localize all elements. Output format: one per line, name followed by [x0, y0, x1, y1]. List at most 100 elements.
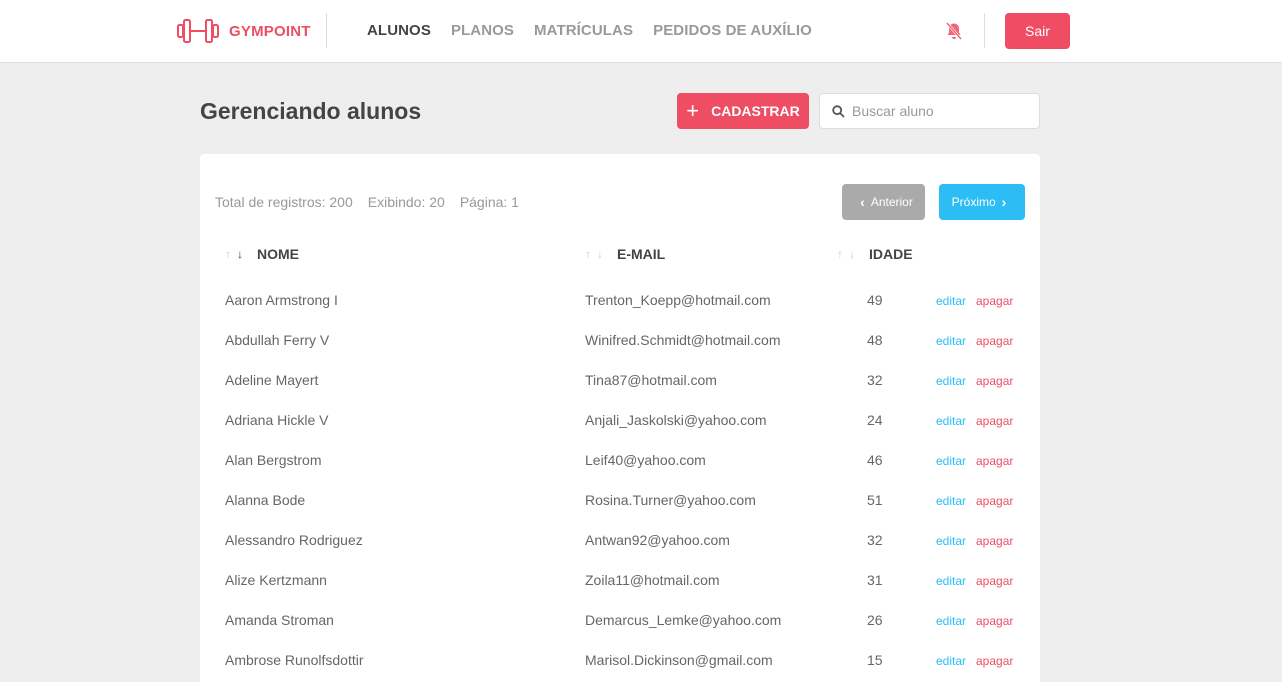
student-age: 31	[867, 572, 883, 588]
search-icon	[832, 104, 845, 118]
bell-off-icon[interactable]	[944, 21, 964, 41]
delete-button[interactable]: apagar	[976, 334, 1013, 348]
student-name: Alan Bergstrom	[225, 452, 322, 468]
arrow-down-icon[interactable]: ↓	[849, 247, 855, 261]
delete-button[interactable]: apagar	[976, 534, 1013, 548]
table-row: Alan Bergstrom Leif40@yahoo.com 46 editar ap…	[200, 440, 1040, 480]
table-row: Alanna Bode Rosina.Turner@yahoo.com 51 edit…	[200, 480, 1040, 520]
page-number: Página: 1	[459, 194, 519, 210]
delete-button[interactable]: apagar	[976, 454, 1013, 468]
delete-button[interactable]: apagar	[976, 374, 1013, 388]
table-row: Alessandro Rodriguez Antwan92@yahoo.com 32…	[200, 520, 1040, 560]
chevron-right-icon: ›	[1001, 194, 1007, 210]
student-email: Leif40@yahoo.com	[585, 452, 706, 468]
column-header-label: NOME	[257, 246, 299, 262]
next-page-label: Próximo	[951, 195, 996, 209]
edit-button[interactable]: editar	[936, 494, 966, 508]
student-email: Marisol.Dickinson@gmail.com	[585, 652, 773, 668]
arrow-down-icon[interactable]: ↓	[237, 247, 243, 261]
student-name: Ambrose Runolfsdottir	[225, 652, 364, 668]
student-age: 15	[867, 652, 883, 668]
student-name: Amanda Stroman	[225, 612, 334, 628]
nav-item-planos[interactable]: PLANOS	[451, 22, 514, 39]
student-email: Antwan92@yahoo.com	[585, 532, 730, 548]
edit-button[interactable]: editar	[936, 614, 966, 628]
delete-button[interactable]: apagar	[976, 614, 1013, 628]
sort-controls-name: ↑ ↓	[225, 247, 249, 261]
student-age: 49	[867, 292, 883, 308]
add-student-label: CADASTRAR	[711, 103, 800, 119]
arrow-up-icon[interactable]: ↑	[837, 247, 843, 261]
edit-button[interactable]: editar	[936, 414, 966, 428]
student-name: Alessandro Rodriguez	[225, 532, 363, 548]
nav-item-matriculas[interactable]: MATRÍCULAS	[534, 22, 633, 39]
sort-controls-age: ↑ ↓	[837, 247, 861, 261]
edit-button[interactable]: editar	[936, 294, 966, 308]
student-age: 26	[867, 612, 883, 628]
column-header-label: IDADE	[869, 246, 913, 262]
student-email: Rosina.Turner@yahoo.com	[585, 492, 756, 508]
delete-button[interactable]: apagar	[976, 294, 1013, 308]
delete-button[interactable]: apagar	[976, 574, 1013, 588]
chevron-left-icon: ‹	[860, 194, 865, 210]
student-email: Trenton_Koepp@hotmail.com	[585, 292, 771, 308]
student-email: Anjali_Jaskolski@yahoo.com	[585, 412, 767, 428]
student-email: Demarcus_Lemke@yahoo.com	[585, 612, 782, 628]
previous-page-button[interactable]: ‹ Anterior	[842, 184, 925, 220]
edit-button[interactable]: editar	[936, 334, 966, 348]
add-student-button[interactable]: + CADASTRAR	[677, 93, 809, 129]
showing-count: Exibindo: 20	[367, 194, 445, 210]
student-email: Tina87@hotmail.com	[585, 372, 717, 388]
student-age: 48	[867, 332, 883, 348]
sort-controls-email: ↑ ↓	[585, 247, 609, 261]
edit-button[interactable]: editar	[936, 534, 966, 548]
student-age: 32	[867, 372, 883, 388]
nav-item-alunos[interactable]: ALUNOS	[367, 22, 431, 39]
edit-button[interactable]: editar	[936, 654, 966, 668]
student-age: 51	[867, 492, 883, 508]
edit-button[interactable]: editar	[936, 454, 966, 468]
column-header-label: E-MAIL	[617, 246, 666, 262]
student-name: Adeline Mayert	[225, 372, 319, 388]
table-row: Ambrose Runolfsdottir Marisol.Dickinson@g…	[200, 640, 1040, 680]
search-input[interactable]	[852, 103, 1032, 119]
top-header: GYMPOINT ALUNOS PLANOS MATRÍCULAS PEDIDO…	[0, 0, 1282, 63]
delete-button[interactable]: apagar	[976, 494, 1013, 508]
arrow-up-icon[interactable]: ↑	[225, 247, 231, 261]
student-name: Alize Kertzmann	[225, 572, 327, 588]
main-nav: ALUNOS PLANOS MATRÍCULAS PEDIDOS DE AUXÍ…	[367, 22, 832, 39]
edit-button[interactable]: editar	[936, 374, 966, 388]
table-row: Alize Kertzmann Zoila11@hotmail.com 31 edit…	[200, 560, 1040, 600]
table-row: Amanda Stroman Demarcus_Lemke@yahoo.com 26…	[200, 600, 1040, 640]
column-header-name[interactable]: ↑ ↓ NOME	[225, 246, 299, 262]
search-box[interactable]	[819, 93, 1040, 129]
next-page-button[interactable]: Próximo ›	[939, 184, 1025, 220]
student-email: Winifred.Schmidt@hotmail.com	[585, 332, 781, 348]
student-email: Zoila11@hotmail.com	[585, 572, 720, 588]
total-records: Total de registros: 200	[215, 194, 353, 210]
student-name: Abdullah Ferry V	[225, 332, 330, 348]
student-name: Adriana Hickle V	[225, 412, 329, 428]
page-title: Gerenciando alunos	[200, 98, 422, 124]
arrow-down-icon[interactable]: ↓	[597, 247, 603, 261]
table-row: Adeline Mayert Tina87@hotmail.com 32 editar…	[200, 360, 1040, 400]
logo-text: GYMPOINT	[229, 22, 311, 40]
table-row: Abdullah Ferry V Winifred.Schmidt@hotmail…	[200, 320, 1040, 360]
student-age: 32	[867, 532, 883, 548]
nav-item-pedidos-de-auxilio[interactable]: PEDIDOS DE AUXÍLIO	[653, 22, 812, 39]
logout-button[interactable]: Sair	[1005, 13, 1070, 49]
student-age: 46	[867, 452, 883, 468]
previous-page-label: Anterior	[870, 195, 913, 209]
student-age: 24	[867, 412, 883, 428]
arrow-up-icon[interactable]: ↑	[585, 247, 591, 261]
plus-icon: +	[686, 98, 700, 123]
header-divider	[326, 13, 327, 48]
column-header-age[interactable]: ↑ ↓ IDADE	[837, 246, 913, 262]
student-name: Aaron Armstrong I	[225, 292, 338, 308]
edit-button[interactable]: editar	[936, 574, 966, 588]
column-header-email[interactable]: ↑ ↓ E-MAIL	[585, 246, 665, 262]
delete-button[interactable]: apagar	[976, 654, 1013, 668]
delete-button[interactable]: apagar	[976, 414, 1013, 428]
logo[interactable]: GYMPOINT	[177, 17, 311, 45]
pagination-info: Total de registros: 200 Exibindo: 20 Pág…	[215, 194, 534, 210]
